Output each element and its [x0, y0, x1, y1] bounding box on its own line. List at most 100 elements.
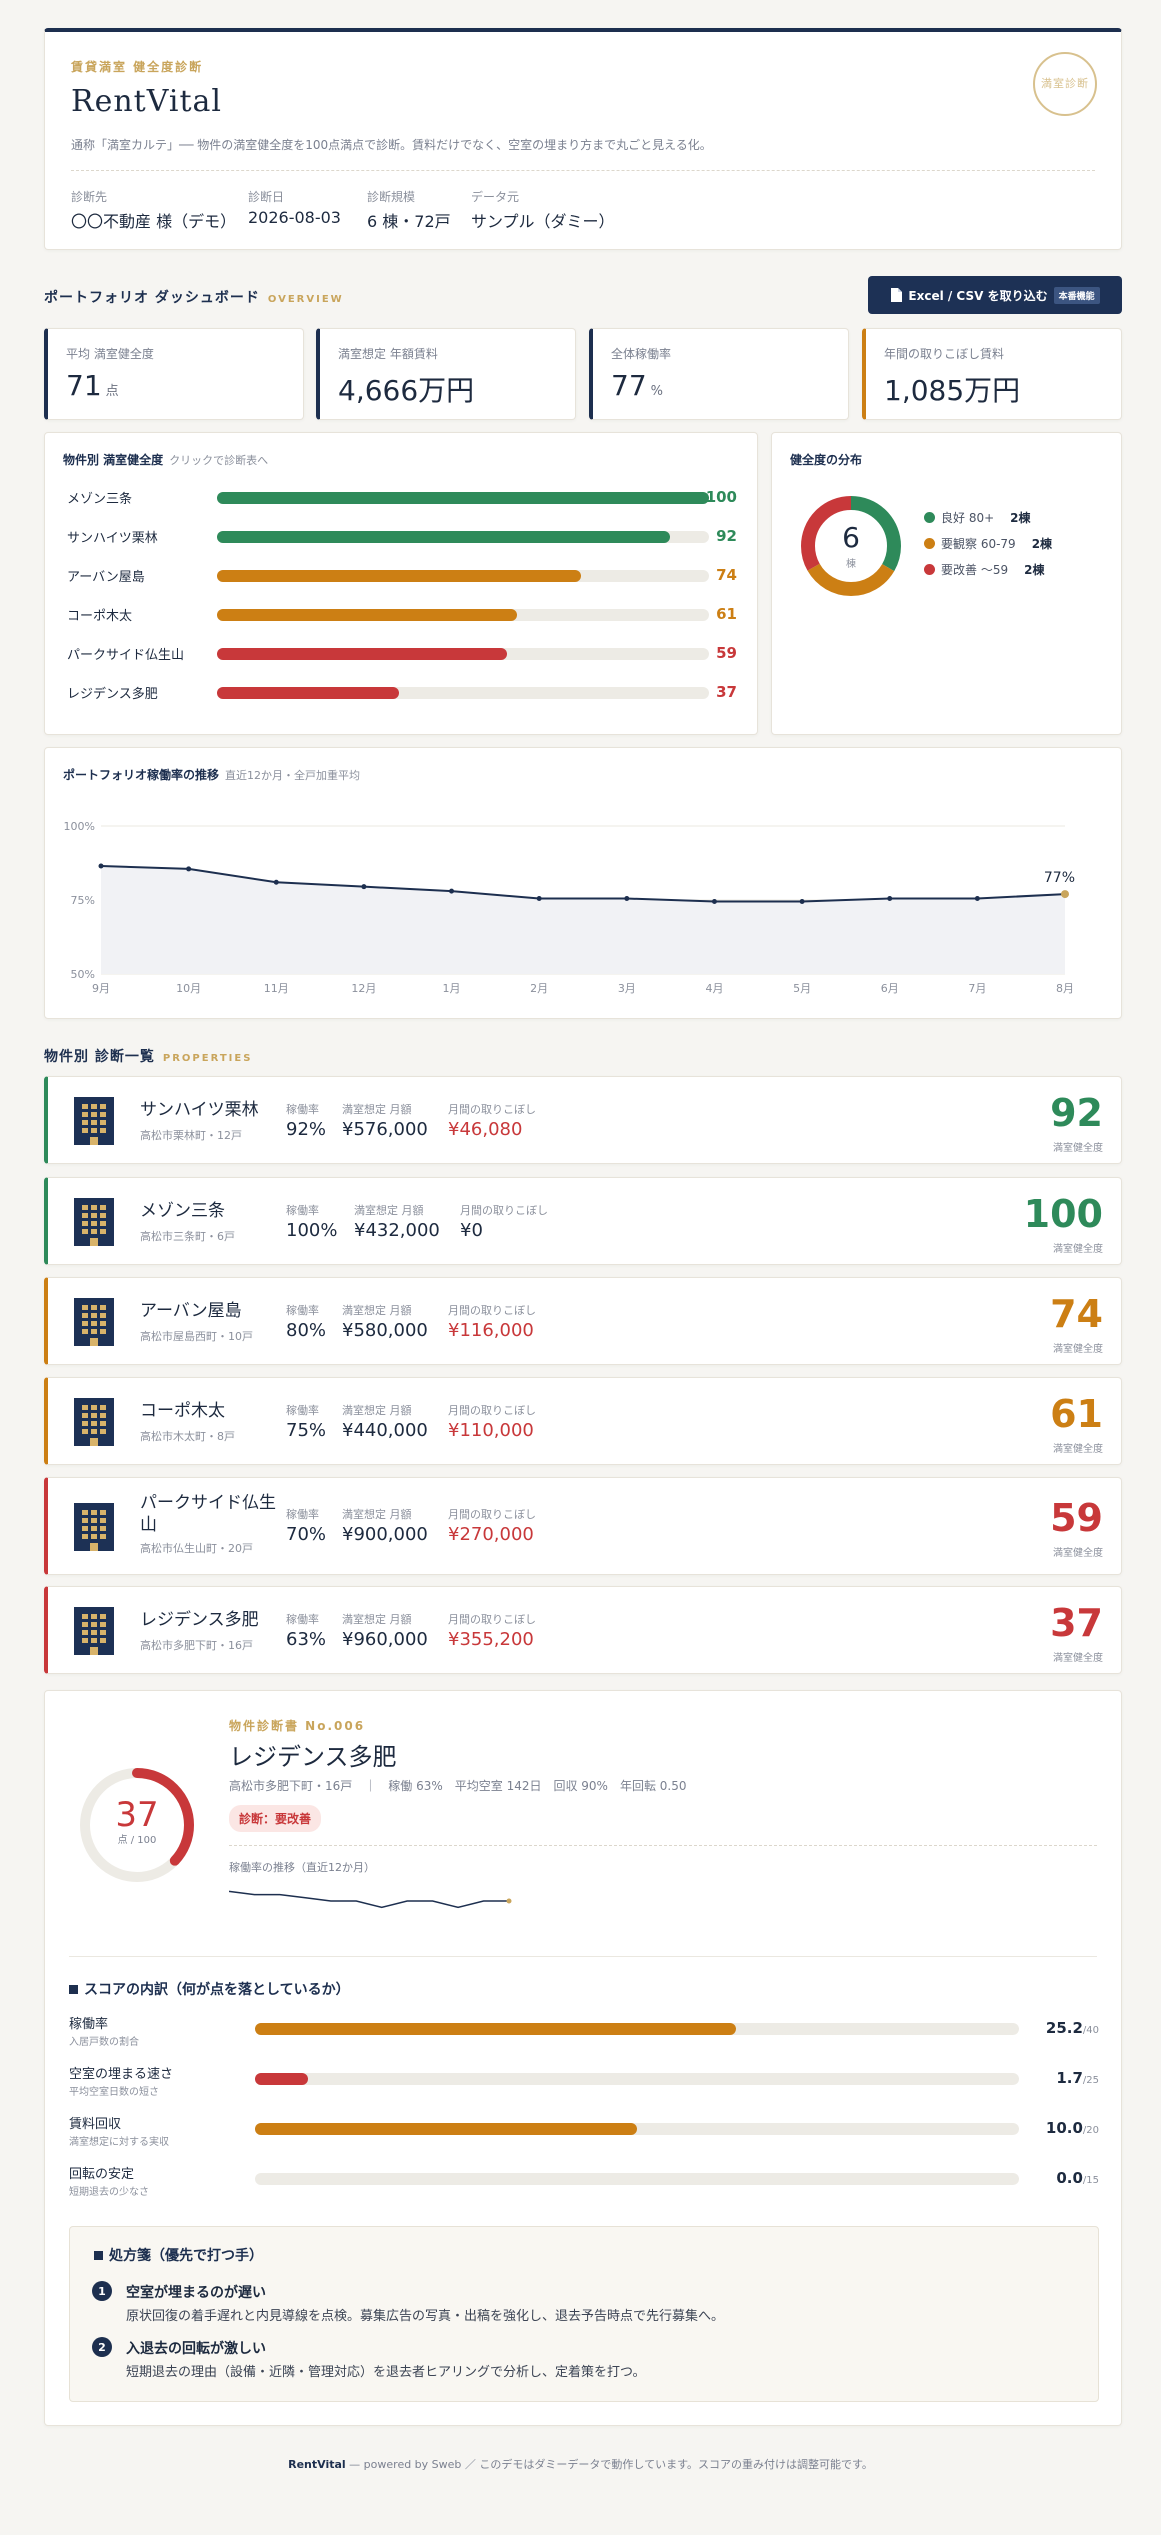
score-bar-row[interactable]: パークサイド仏生山 59	[67, 643, 737, 663]
property-card[interactable]: パークサイド仏生山 高松市仏生山町・20戸 稼働率 70% 満室想定 月額 ¥900,00…	[44, 1477, 1122, 1575]
property-card[interactable]: アーバン屋島 高松市屋島西町・10戸 稼働率 80% 満室想定 月額 ¥580,000 月間…	[44, 1277, 1122, 1365]
property-address: 高松市木太町・8戸	[140, 1430, 235, 1443]
kpi-annual-loss: 年間の取りこぼし賃料 1,085万円	[862, 328, 1122, 420]
prescription-description: 短期退去の理由（設備・近隣・管理対応）を退去者ヒアリングで分析し、定着策を打つ。	[126, 2365, 646, 2380]
property-card[interactable]: コーポ木太 高松市木太町・8戸 稼働率 75% 満室想定 月額 ¥440,000 月間の取り…	[44, 1377, 1122, 1465]
building-icon	[74, 1607, 114, 1655]
breakdown-score: 25.2	[1045, 2019, 1083, 2037]
property-score-label: 満室健全度	[1053, 1653, 1103, 1664]
breakdown-track	[255, 2173, 1019, 2185]
score-bar-fill	[217, 492, 709, 504]
prescription-number: 2	[92, 2337, 112, 2357]
breakdown-track	[255, 2023, 1019, 2035]
breakdown-max: /20	[1082, 2125, 1099, 2136]
occupancy-sparkline	[229, 1890, 512, 1909]
property-card[interactable]: サンハイツ栗林 高松市栗林町・12戸 稼働率 92% 満室想定 月額 ¥576,000 月間…	[44, 1076, 1122, 1164]
breakdown-heading: スコアの内訳（何が点を落としているか）	[69, 1979, 350, 1999]
metric-value-rent: ¥960,000	[342, 1629, 428, 1650]
property-name: レジデンス多肥	[140, 1610, 259, 1630]
breakdown-max: /25	[1082, 2075, 1099, 2086]
property-name: メゾン三条	[140, 1201, 225, 1221]
trend-point	[273, 879, 279, 885]
score-bar-track	[217, 531, 709, 543]
kpi-label: 年間の取りこぼし賃料	[884, 347, 1005, 361]
file-icon	[891, 288, 903, 302]
breakdown-value: 10.0/20	[1046, 2119, 1099, 2137]
property-score: 37	[1050, 1601, 1103, 1645]
legend-improve: 要改善 〜59 2棟	[924, 561, 1044, 578]
score-bar-row[interactable]: コーポ木太 61	[67, 604, 737, 624]
metric-label-occupancy: 稼働率	[286, 1404, 319, 1417]
breakdown-sublabel: 平均空室日数の短さ	[69, 2087, 159, 2098]
building-icon	[74, 1503, 114, 1551]
trend-point	[536, 896, 542, 902]
sparkline-path	[229, 1890, 509, 1909]
properties-heading: 物件別 診断一覧 PROPERTIES	[44, 1046, 252, 1066]
diagnosis-seal: 満室診断	[1033, 52, 1097, 116]
metric-label-loss: 月間の取りこぼし	[448, 1404, 536, 1417]
meta-value-client: 〇〇不動産 様（デモ）	[71, 212, 237, 231]
metric-value-loss: ¥110,000	[448, 1420, 534, 1441]
detail-eyebrow: 物件診断書 No.006	[229, 1719, 366, 1733]
metric-label-rent: 満室想定 月額	[342, 1103, 412, 1116]
metric-label-rent: 満室想定 月額	[354, 1204, 424, 1217]
prescription-title: 空室が埋まるのが遅い	[126, 2285, 266, 2301]
property-score-label: 満室健全度	[1053, 1344, 1103, 1355]
metric-value-occupancy: 100%	[286, 1220, 338, 1241]
metric-label-occupancy: 稼働率	[286, 1103, 319, 1116]
x-tick-label: 1月	[443, 982, 461, 995]
sparkline-end-point	[506, 1898, 512, 1904]
property-card[interactable]: レジデンス多肥 高松市多肥下町・16戸 稼働率 63% 満室想定 月額 ¥960,000 月…	[44, 1586, 1122, 1674]
y-tick-label: 50%	[71, 968, 95, 981]
score-bar-name: アーバン屋島	[67, 570, 145, 585]
production-feature-tag: 本番機能	[1053, 286, 1100, 304]
breakdown-value: 1.7/25	[1056, 2069, 1099, 2087]
kpi-annual-rent: 満室想定 年額賃料 4,666万円	[316, 328, 576, 420]
breakdown-fill	[255, 2023, 737, 2035]
detail-separator	[69, 1956, 1097, 1957]
distribution-card: 健全度の分布 6 棟 良好 80+ 2棟 要観察 60-79 2棟 要改善 〜59 2…	[771, 432, 1122, 735]
app-title: RentVital	[71, 84, 222, 119]
metric-value-loss: ¥46,080	[448, 1119, 523, 1140]
score-bar-row[interactable]: メゾン三条 100	[67, 487, 737, 507]
metric-value-loss: ¥355,200	[448, 1629, 534, 1650]
score-breakdown-row: 回転の安定 短期退去の少なさ 0.0/15	[69, 2163, 1099, 2203]
building-icon	[74, 1198, 114, 1246]
metric-value-occupancy: 63%	[286, 1629, 327, 1650]
score-bar-name: パークサイド仏生山	[67, 648, 185, 663]
score-bar-name: コーポ木太	[67, 609, 133, 624]
metric-value-rent: ¥900,000	[342, 1524, 428, 1545]
x-tick-label: 3月	[618, 982, 636, 995]
score-bar-row[interactable]: サンハイツ栗林 92	[67, 526, 737, 546]
score-bar-name: メゾン三条	[67, 492, 133, 507]
header-card: 賃貸満室 健全度診断 RentVital 通称「満室カルテ」── 物件の満室健全…	[44, 28, 1122, 250]
properties-title: 物件別 診断一覧	[44, 1049, 155, 1065]
metric-value-rent: ¥440,000	[342, 1420, 428, 1441]
meta-label-source: データ元	[471, 190, 520, 204]
property-name: コーポ木太	[140, 1401, 225, 1421]
kpi-value: 77%	[611, 369, 663, 402]
breakdown-sublabel: 短期退去の少なさ	[69, 2187, 149, 2198]
import-excel-csv-button[interactable]: Excel / CSV を取り込む 本番機能	[868, 276, 1122, 314]
breakdown-track	[255, 2073, 1019, 2085]
score-bar-row[interactable]: レジデンス多肥 37	[67, 682, 737, 702]
score-bar-fill	[217, 531, 670, 543]
dashboard-title-en: OVERVIEW	[267, 294, 344, 305]
kpi-label: 全体稼働率	[611, 347, 672, 361]
trend-point	[98, 863, 104, 869]
metric-value-occupancy: 92%	[286, 1119, 327, 1140]
property-card[interactable]: メゾン三条 高松市三条町・6戸 稼働率 100% 満室想定 月額 ¥432,000 月間の取…	[44, 1177, 1122, 1265]
property-score: 61	[1050, 1392, 1103, 1436]
score-breakdown-row: 賃料回収 満室想定に対する実収 10.0/20	[69, 2113, 1099, 2153]
detail-divider	[229, 1845, 1097, 1846]
property-score: 100	[1023, 1192, 1103, 1236]
x-tick-label: 4月	[705, 982, 723, 995]
kpi-occupancy: 全体稼働率 77%	[589, 328, 849, 420]
score-bar-row[interactable]: アーバン屋島 74	[67, 565, 737, 585]
property-score-label: 満室健全度	[1053, 1444, 1103, 1455]
breakdown-track	[255, 2123, 1019, 2135]
prescription-number: 1	[92, 2281, 112, 2301]
metric-value-loss: ¥0	[460, 1220, 483, 1241]
score-bar-value: 59	[716, 644, 737, 662]
property-address: 高松市仏生山町・20戸	[140, 1542, 253, 1555]
